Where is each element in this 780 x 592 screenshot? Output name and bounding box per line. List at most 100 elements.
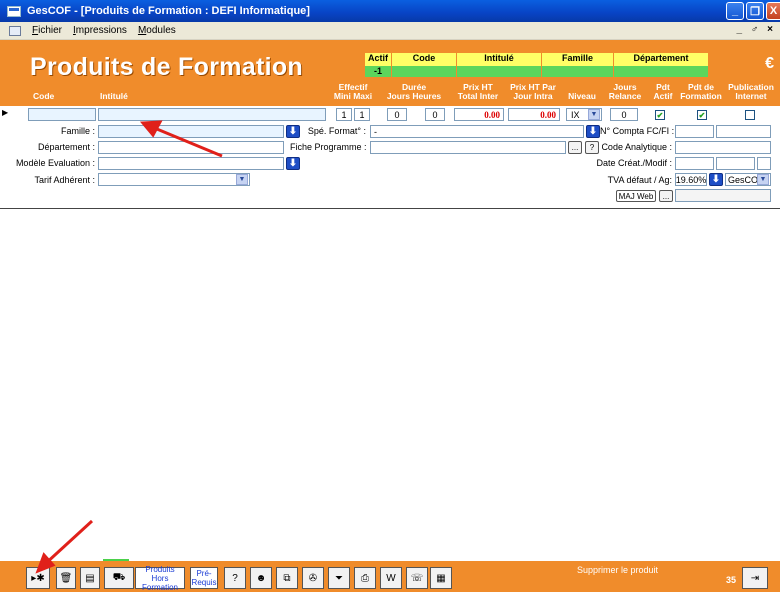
record-count: 35 <box>726 575 737 585</box>
col-pdt-formation: Pdt de Formation <box>679 83 723 101</box>
phone-icon[interactable]: ☏ <box>406 567 428 589</box>
pre-requis-button[interactable]: Pré-Requis <box>190 567 218 589</box>
trash-icon[interactable]: 🗑 <box>56 567 76 589</box>
word-icon[interactable]: W <box>380 567 402 589</box>
produits-hors-formation-button[interactable]: Produits Hors Formation <box>135 565 185 592</box>
col-actif: Actif <box>653 91 673 101</box>
chevron-down-icon[interactable]: ▼ <box>236 174 248 185</box>
fiche-programme-input[interactable] <box>370 141 566 154</box>
jours-relance-input[interactable]: 0 <box>610 108 638 121</box>
compta-fc-input[interactable] <box>675 125 714 138</box>
page-header: Produits de Formation Actif Code Intitul… <box>0 40 780 106</box>
col-internet: Internet <box>735 91 767 101</box>
filter-departement[interactable] <box>614 66 709 77</box>
date-creation-input[interactable] <box>675 157 714 170</box>
code-input[interactable] <box>28 108 96 121</box>
col-mini-maxi: Mini Maxi <box>333 91 373 101</box>
tva-input[interactable]: 19.60% <box>675 173 707 186</box>
tarif-adherent-label: Tarif Adhérent : <box>34 175 95 185</box>
spe-format-arrow-down-icon[interactable]: ⬇ <box>586 125 600 138</box>
modele-evaluation-label: Modèle Evaluation : <box>15 158 95 168</box>
euro-icon[interactable]: € <box>765 55 774 73</box>
departement-label: Département : <box>37 142 95 152</box>
app-icon <box>7 5 21 17</box>
help-book-icon[interactable]: ? <box>224 567 246 589</box>
copy-icon[interactable]: ⧉ <box>276 567 298 589</box>
spe-format-input[interactable]: - <box>370 125 584 138</box>
agence-value: GesCO <box>728 174 759 185</box>
document-icon[interactable] <box>9 25 21 36</box>
tarif-adherent-select[interactable]: ▼ <box>98 173 250 186</box>
mdi-controls[interactable]: _ ♂ × <box>737 24 776 35</box>
restore-button[interactable]: ❐ <box>746 2 764 20</box>
filter-header-intitule: Intitulé <box>457 53 542 66</box>
col-niveau: Niveau <box>568 91 596 101</box>
record-selector-icon[interactable]: ▶ <box>2 108 12 120</box>
window-title: GesCOF - [Produits de Formation : DEFI I… <box>27 5 310 17</box>
products-icon[interactable]: ⛟ <box>104 567 134 589</box>
agence-select[interactable]: GesCO ▼ <box>725 173 771 186</box>
minimize-button[interactable]: _ <box>726 2 744 20</box>
effectif-mini-input[interactable]: 1 <box>336 108 352 121</box>
modele-arrow-down-icon[interactable]: ⬇ <box>286 157 300 170</box>
famille-input[interactable] <box>98 125 284 138</box>
filter-actif[interactable]: -1 <box>365 66 392 77</box>
page-title: Produits de Formation <box>30 53 303 81</box>
date-modif-input[interactable] <box>716 157 755 170</box>
col-formation: Formation <box>680 91 722 101</box>
prix-inter-input[interactable]: 0.00 <box>454 108 504 121</box>
intitule-input[interactable] <box>98 108 326 121</box>
menu-impressions[interactable]: Impressions <box>73 25 127 36</box>
tva-arrow-down-icon[interactable]: ⬇ <box>709 173 723 186</box>
col-jours-relance: Jours Relance <box>604 83 646 101</box>
departement-input[interactable] <box>98 141 284 154</box>
publication-internet-checkbox[interactable] <box>745 110 755 120</box>
fiche-programme-label: Fiche Programme : <box>290 142 367 152</box>
form-separator <box>0 208 780 209</box>
maj-web-browse-button[interactable]: ... <box>659 190 673 202</box>
pdt-actif-checkbox[interactable]: ✔ <box>655 110 665 120</box>
chevron-down-icon[interactable]: ▼ <box>757 174 769 185</box>
prix-intra-input[interactable]: 0.00 <box>508 108 560 121</box>
pdt-formation-checkbox[interactable]: ✔ <box>697 110 707 120</box>
col-relance: Relance <box>608 91 642 101</box>
duree-heures-input[interactable]: 0 <box>425 108 445 121</box>
col-publication: Publication Internet <box>724 83 778 101</box>
filter-code[interactable] <box>392 66 457 77</box>
maj-web-button[interactable]: MAJ Web <box>616 190 656 202</box>
col-pdt-actif: Pdt Actif <box>650 83 676 101</box>
filter-intitule[interactable] <box>457 66 542 77</box>
menu-fichier[interactable]: Fichier <box>32 25 62 36</box>
duree-jours-input[interactable]: 0 <box>387 108 407 121</box>
menu-modules[interactable]: Modules <box>138 25 176 36</box>
filter-famille[interactable] <box>542 66 614 77</box>
bottom-toolbar: ▸✱ 🗑 ▤ ⛟ Produits Hors Formation Pré-Req… <box>0 561 780 592</box>
modele-evaluation-input[interactable] <box>98 157 284 170</box>
effectif-maxi-input[interactable]: 1 <box>354 108 370 121</box>
filter-header-departement: Département <box>614 53 709 66</box>
niveau-value: IX <box>571 109 580 120</box>
niveau-select[interactable]: IX ▼ <box>566 108 602 121</box>
list-icon[interactable]: ▤ <box>80 567 100 589</box>
calculator-icon[interactable]: ▦ <box>430 567 452 589</box>
col-jours-heures: Jours Heures <box>386 91 442 101</box>
compta-fi-input[interactable] <box>716 125 771 138</box>
browse-button[interactable]: ... <box>568 141 582 154</box>
filter-icon[interactable]: ⏷ <box>328 567 350 589</box>
filter-header-actif: Actif <box>365 53 392 66</box>
col-prix-intra: Prix HT Par Jour Intra <box>505 83 561 101</box>
date-extra-input[interactable] <box>757 157 771 170</box>
print-icon[interactable]: ⎙ <box>354 567 376 589</box>
users-icon[interactable]: ☻ <box>250 567 272 589</box>
stack-icon[interactable]: ✇ <box>302 567 324 589</box>
code-analytique-input[interactable] <box>675 141 771 154</box>
tva-label: TVA défaut / Ag: <box>607 175 672 185</box>
status-text: Supprimer le produit <box>577 565 659 575</box>
famille-arrow-down-icon[interactable]: ⬇ <box>286 125 300 138</box>
help-button[interactable]: ? <box>585 141 599 154</box>
title-bar: GesCOF - [Produits de Formation : DEFI I… <box>0 0 780 22</box>
chevron-down-icon[interactable]: ▼ <box>588 109 600 120</box>
exit-door-icon[interactable]: ⇥ <box>742 567 768 589</box>
new-record-icon[interactable]: ▸✱ <box>26 567 50 589</box>
close-button[interactable]: X <box>766 2 780 20</box>
